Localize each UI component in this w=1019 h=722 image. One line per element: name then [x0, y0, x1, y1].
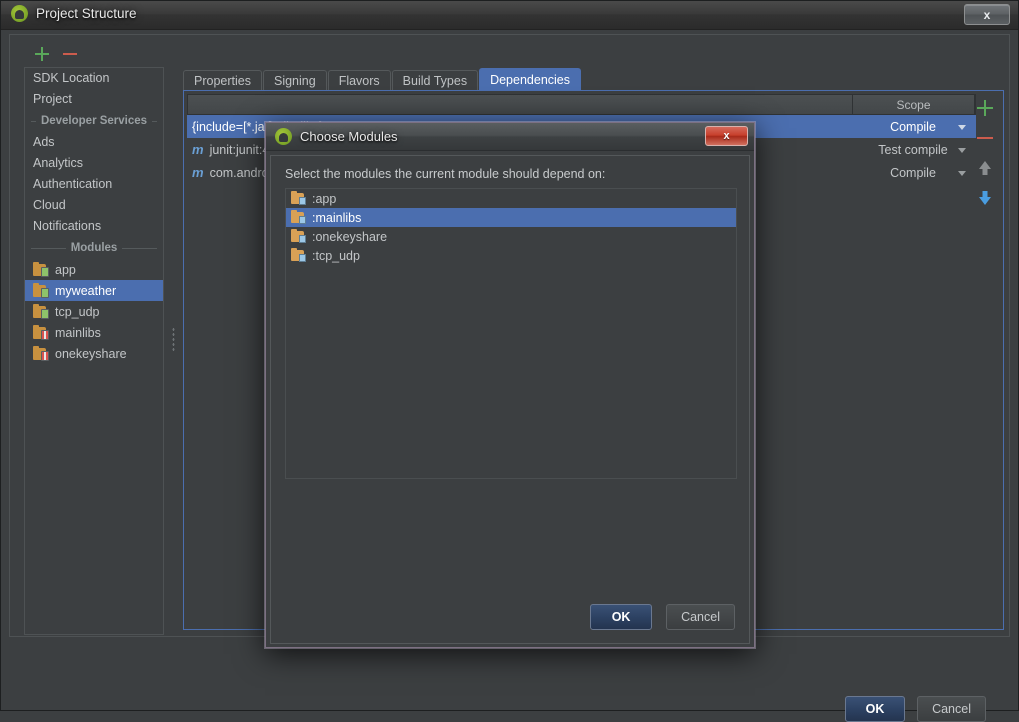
module-label: onekeyshare	[55, 346, 127, 361]
scope-value: Test compile	[878, 142, 948, 157]
list-item-label: :onekeyshare	[312, 229, 388, 244]
sidebar-module-tcp-udp[interactable]: tcp_udp	[25, 301, 163, 322]
module-label: mainlibs	[55, 325, 101, 340]
sidebar-group-modules: Modules	[25, 237, 163, 259]
tab-dependencies[interactable]: Dependencies	[479, 68, 581, 91]
group-label: Developer Services	[40, 115, 148, 127]
move-up-button[interactable]	[975, 158, 995, 178]
window-title: Project Structure	[36, 6, 137, 21]
scope-dropdown[interactable]: Compile	[852, 120, 974, 134]
module-label: app	[55, 262, 76, 277]
sidebar: SDK Location Project Developer Services …	[24, 67, 164, 635]
scope-dropdown[interactable]: Test compile	[852, 143, 974, 157]
module-label: tcp_udp	[55, 304, 100, 319]
module-label: myweather	[55, 283, 117, 298]
chevron-down-icon	[958, 124, 966, 130]
library-module-icon	[33, 324, 49, 340]
window-titlebar: Project Structure x	[1, 1, 1018, 30]
maven-icon: m	[192, 142, 204, 157]
android-studio-icon	[11, 5, 28, 22]
module-folder-icon	[291, 191, 306, 205]
sidebar-module-onekeyshare[interactable]: onekeyshare	[25, 343, 163, 364]
scope-value: Compile	[890, 119, 936, 134]
maven-icon: m	[192, 165, 204, 180]
dependency-toolbar	[971, 94, 999, 628]
tab-build-types[interactable]: Build Types	[391, 70, 479, 91]
splitter-dots-icon	[172, 327, 175, 353]
dialog-body: SDK Location Project Developer Services …	[1, 30, 1018, 722]
modal-title: Choose Modules	[300, 129, 398, 144]
list-item[interactable]: :mainlibs	[286, 208, 736, 227]
android-module-icon	[33, 282, 49, 298]
library-module-icon	[33, 345, 49, 361]
modal-cancel-button[interactable]: Cancel	[666, 604, 735, 630]
module-folder-icon	[291, 229, 306, 243]
android-studio-icon	[275, 128, 292, 145]
modal-title-content: Choose Modules	[275, 128, 398, 145]
module-folder-icon	[291, 210, 306, 224]
android-module-icon	[33, 261, 49, 277]
sidebar-item-ads[interactable]: Ads	[25, 132, 163, 153]
add-dependency-button[interactable]	[975, 98, 995, 118]
sidebar-splitter-handle[interactable]	[169, 265, 178, 415]
module-folder-icon	[291, 248, 306, 262]
modal-ok-button[interactable]: OK	[590, 604, 653, 630]
sidebar-item-project[interactable]: Project	[25, 89, 163, 110]
list-item[interactable]: :onekeyshare	[286, 227, 736, 246]
ok-button[interactable]: OK	[845, 696, 905, 722]
list-item-label: :mainlibs	[312, 210, 362, 225]
titlebar-content: Project Structure	[11, 5, 137, 22]
tab-bar: Properties Signing Flavors Build Types D…	[183, 68, 581, 91]
sidebar-module-app[interactable]: app	[25, 259, 163, 280]
project-structure-window: Project Structure x SDK Location Project…	[0, 0, 1019, 722]
scope-dropdown[interactable]: Compile	[852, 166, 974, 180]
add-module-button[interactable]	[34, 46, 50, 62]
sidebar-item-cloud[interactable]: Cloud	[25, 195, 163, 216]
remove-module-button[interactable]	[62, 46, 78, 62]
sidebar-module-myweather[interactable]: myweather	[25, 280, 163, 301]
group-label: Modules	[70, 242, 118, 254]
tab-signing[interactable]: Signing	[262, 70, 327, 91]
list-item-label: :tcp_udp	[312, 248, 360, 263]
tab-properties[interactable]: Properties	[183, 70, 262, 91]
footer-bar: OK Cancel	[9, 642, 1010, 722]
sidebar-item-authentication[interactable]: Authentication	[25, 174, 163, 195]
sidebar-toolbar	[24, 41, 164, 67]
separator-line-left	[31, 120, 36, 122]
table-header-row: Scope	[187, 94, 976, 115]
separator-line-right	[152, 120, 157, 122]
modal-content: Select the modules the current module sh…	[270, 155, 750, 644]
modal-titlebar: Choose Modules x	[266, 123, 754, 151]
remove-dependency-button[interactable]	[975, 128, 995, 148]
sidebar-module-mainlibs[interactable]: mainlibs	[25, 322, 163, 343]
sidebar-group-developer-services: Developer Services	[25, 110, 163, 132]
move-down-button[interactable]	[975, 188, 995, 208]
close-icon: x	[983, 7, 991, 22]
list-item[interactable]: :tcp_udp	[286, 246, 736, 265]
window-close-button[interactable]: x	[964, 4, 1010, 25]
column-header-name[interactable]	[188, 95, 853, 114]
list-item[interactable]: :app	[286, 189, 736, 208]
sidebar-item-sdk-location[interactable]: SDK Location	[25, 68, 163, 89]
scope-value: Compile	[890, 165, 936, 180]
separator-line-left	[31, 247, 66, 249]
cancel-button[interactable]: Cancel	[917, 696, 986, 722]
modal-close-button[interactable]: x	[705, 126, 748, 146]
sidebar-item-notifications[interactable]: Notifications	[25, 216, 163, 237]
module-list[interactable]: :app :mainlibs :onekeyshare :tcp_udp	[285, 188, 737, 479]
chevron-down-icon	[958, 147, 966, 153]
list-item-label: :app	[312, 191, 337, 206]
tab-flavors[interactable]: Flavors	[327, 70, 391, 91]
android-module-icon	[33, 303, 49, 319]
modal-prompt-text: Select the modules the current module sh…	[285, 167, 606, 181]
chevron-down-icon	[958, 170, 966, 176]
modal-button-bar: OK Cancel	[590, 604, 735, 630]
choose-modules-dialog: Choose Modules x Select the modules the …	[265, 122, 755, 648]
close-icon: x	[723, 130, 730, 142]
sidebar-item-analytics[interactable]: Analytics	[25, 153, 163, 174]
separator-line-right	[122, 247, 158, 249]
column-header-scope[interactable]: Scope	[853, 95, 975, 114]
